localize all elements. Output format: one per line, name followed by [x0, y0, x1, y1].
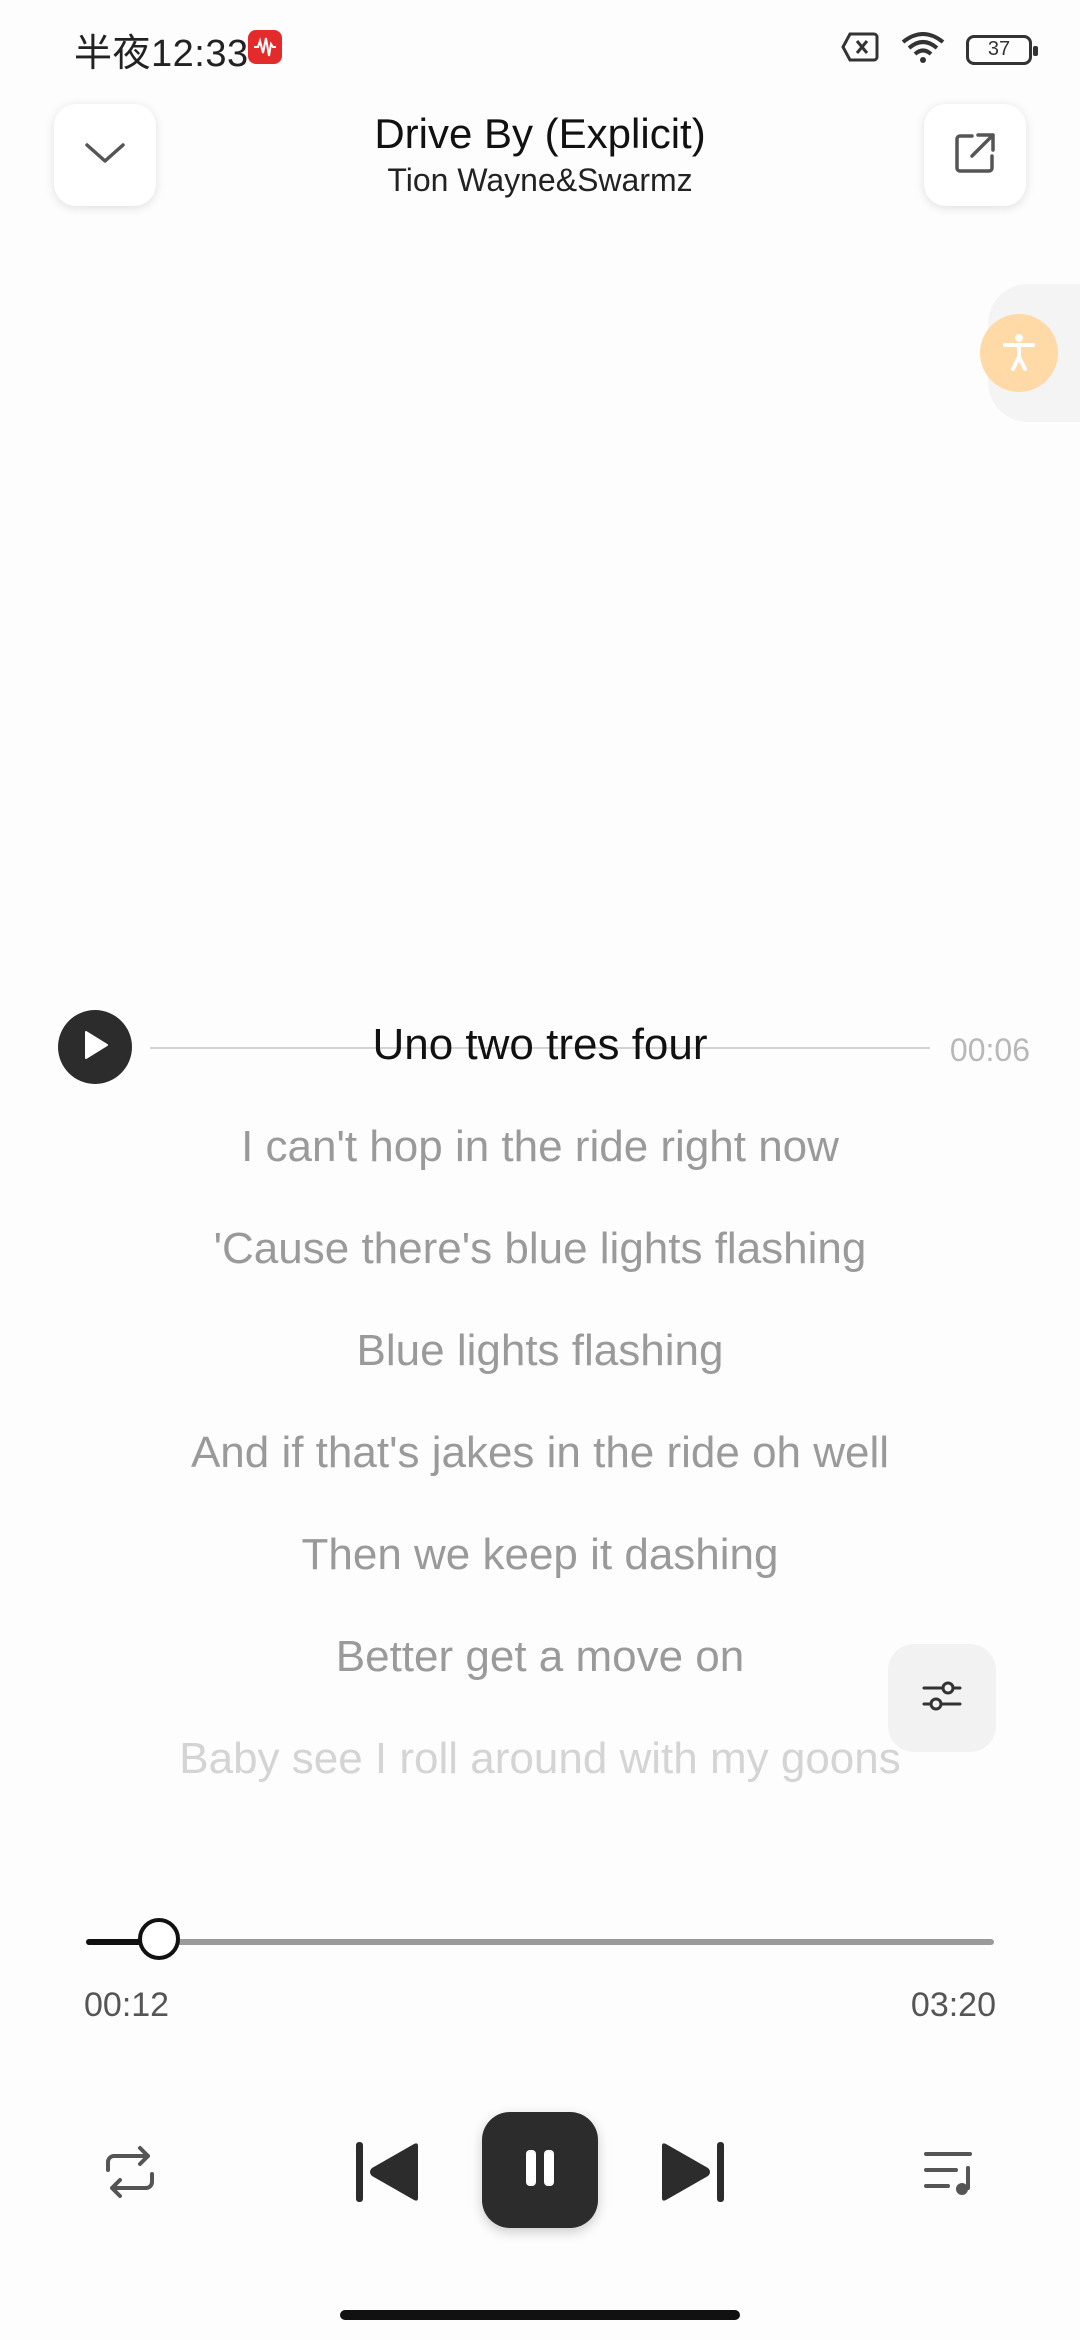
lyric-timestamp: 00:06	[949, 1032, 1030, 1068]
previous-icon	[350, 2138, 426, 2211]
pause-icon	[518, 2146, 562, 2195]
progress-bar[interactable]	[86, 1918, 994, 1960]
player-screen: 半夜12:33 37 Drive By (Explicit) Tion Wayn…	[0, 0, 1080, 2340]
lyric-line[interactable]: I can't hop in the ride right now	[0, 1122, 1080, 1172]
current-lyric-row: Uno two tres four 00:06	[0, 1010, 1080, 1090]
share-button[interactable]	[924, 104, 1026, 206]
song-title: Drive By (Explicit)	[374, 110, 706, 157]
queue-button[interactable]	[912, 2136, 988, 2212]
track-info: Drive By (Explicit) Tion Wayne&Swarmz	[200, 108, 880, 200]
elapsed-time: 00:12	[84, 1986, 170, 2024]
playback-controls	[0, 2112, 1080, 2232]
next-button[interactable]	[650, 2132, 734, 2216]
repeat-button[interactable]	[92, 2136, 168, 2212]
lyric-line[interactable]: Blue lights flashing	[0, 1326, 1080, 1376]
player-header: Drive By (Explicit) Tion Wayne&Swarmz	[0, 96, 1080, 236]
current-lyric[interactable]: Uno two tres four	[0, 1020, 1080, 1070]
no-sim-icon	[840, 31, 880, 68]
equalizer-icon	[920, 1676, 964, 1721]
accessibility-icon	[999, 331, 1039, 376]
total-duration: 03:20	[910, 1986, 996, 2024]
home-indicator[interactable]	[340, 2310, 740, 2320]
lyric-line[interactable]: 'Cause there's blue lights flashing	[0, 1224, 1080, 1274]
lyric-line[interactable]: And if that's jakes in the ride oh well	[0, 1428, 1080, 1478]
collapse-button[interactable]	[54, 104, 156, 206]
previous-button[interactable]	[346, 2132, 430, 2216]
battery-icon: 37	[966, 34, 1038, 65]
repeat-icon	[100, 2144, 160, 2205]
battery-level: 37	[987, 38, 1011, 60]
lyric-line[interactable]: Then we keep it dashing	[0, 1530, 1080, 1580]
app-notification-icon	[248, 30, 282, 64]
pause-button[interactable]	[482, 2112, 598, 2228]
progress-thumb[interactable]	[137, 1918, 180, 1960]
status-icons: 37	[840, 30, 1038, 69]
queue-icon	[920, 2144, 980, 2205]
artist-name: Tion Wayne&Swarmz	[387, 162, 693, 198]
chevron-down-icon	[83, 139, 127, 172]
status-time: 半夜12:33	[74, 33, 249, 75]
equalizer-button[interactable]	[888, 1644, 996, 1752]
accessibility-button[interactable]	[980, 314, 1058, 392]
next-icon	[654, 2138, 730, 2211]
share-icon	[952, 130, 998, 181]
status-bar: 半夜12:33 37	[0, 0, 1080, 96]
wifi-icon	[900, 30, 946, 69]
